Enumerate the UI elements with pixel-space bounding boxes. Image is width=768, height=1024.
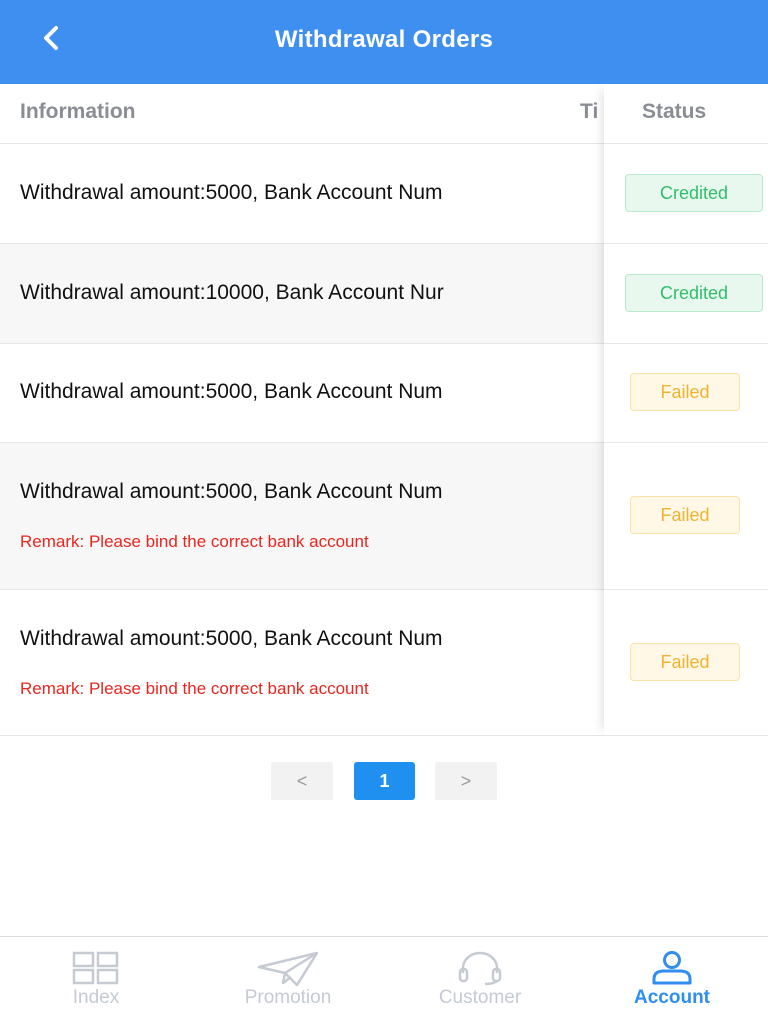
row-information: Withdrawal amount:5000, Bank Account Num: [20, 480, 443, 503]
status-badge: Failed: [630, 643, 740, 681]
column-header-status: Status: [642, 100, 707, 123]
status-cell: Credited: [604, 144, 768, 244]
row-information: Withdrawal amount:5000, Bank Account Num: [20, 380, 443, 403]
withdrawal-table[interactable]: Information Ti Withdrawal amount:5000, B…: [0, 84, 768, 736]
row-information: Withdrawal amount:10000, Bank Account Nu…: [20, 281, 444, 304]
bottom-tab-bar: Index Promotion Customer Account: [0, 936, 768, 1024]
next-page-button[interactable]: >: [435, 762, 497, 800]
status-cell: Failed: [604, 344, 768, 443]
row-information: Withdrawal amount:5000, Bank Account Num: [20, 181, 443, 204]
user-icon: [652, 951, 692, 985]
tab-customer[interactable]: Customer: [384, 937, 576, 1024]
app-header: Withdrawal Orders: [0, 0, 768, 84]
status-header-cell: Status: [604, 84, 768, 144]
tab-label: Promotion: [244, 987, 332, 1008]
status-badge: Failed: [630, 496, 740, 534]
row-remark: Remark: Please bind the correct bank acc…: [20, 679, 369, 698]
tab-index[interactable]: Index: [0, 937, 192, 1024]
tab-label: Customer: [438, 987, 522, 1008]
headset-icon: [458, 951, 502, 985]
column-header-information: Information: [20, 100, 136, 123]
tab-promotion[interactable]: Promotion: [192, 937, 384, 1024]
current-page-button[interactable]: 1: [354, 762, 415, 800]
status-column: Status Credited Credited Failed Failed F…: [604, 84, 768, 736]
status-cell: Failed: [604, 443, 768, 590]
paper-plane-icon: [257, 951, 319, 987]
pagination: < 1 >: [0, 762, 768, 800]
prev-page-button[interactable]: <: [271, 762, 333, 800]
row-remark: Remark: Please bind the correct bank acc…: [20, 532, 369, 551]
status-cell: Credited: [604, 244, 768, 344]
status-badge: Failed: [630, 373, 740, 411]
row-information: Withdrawal amount:5000, Bank Account Num: [20, 627, 443, 650]
column-header-time: Ti: [580, 100, 599, 123]
tab-label: Index: [72, 987, 120, 1008]
status-badge: Credited: [625, 274, 763, 312]
status-badge: Credited: [625, 174, 763, 212]
status-cell: Failed: [604, 590, 768, 736]
tab-label: Account: [634, 987, 710, 1008]
tab-account[interactable]: Account: [576, 937, 768, 1024]
page-title: Withdrawal Orders: [274, 26, 494, 53]
grid-icon: [72, 951, 119, 985]
